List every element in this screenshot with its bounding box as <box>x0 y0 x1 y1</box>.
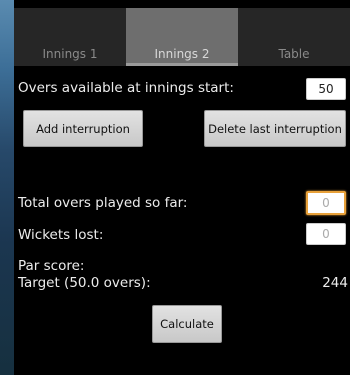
tab-innings-2[interactable]: Innings 2 <box>126 8 238 66</box>
background-app-edge <box>0 0 14 375</box>
overs-available-label: Overs available at innings start: <box>18 80 234 96</box>
add-interruption-button[interactable]: Add interruption <box>23 110 143 147</box>
tab-table[interactable]: Table <box>238 8 350 66</box>
calculate-button[interactable]: Calculate <box>152 305 222 343</box>
tab-bar: Innings 1 Innings 2 Table <box>14 8 350 66</box>
wickets-lost-label: Wickets lost: <box>18 227 104 243</box>
tab-table-label: Table <box>278 47 310 61</box>
tab-innings-1-label: Innings 1 <box>42 47 98 61</box>
wickets-lost-input[interactable]: 0 <box>306 223 346 245</box>
par-score-label: Par score: <box>18 258 85 274</box>
target-value: 244 <box>322 275 348 291</box>
tab-innings-1[interactable]: Innings 1 <box>14 8 126 66</box>
total-overs-label: Total overs played so far: <box>18 195 188 211</box>
delete-last-interruption-button[interactable]: Delete last interruption <box>204 110 346 147</box>
overs-available-input[interactable]: 50 <box>306 78 346 100</box>
total-overs-input[interactable]: 0 <box>306 191 346 215</box>
tab-innings-2-label: Innings 2 <box>154 47 210 61</box>
target-label: Target (50.0 overs): <box>18 275 151 291</box>
app-screen: Innings 1 Innings 2 Table Overs availabl… <box>14 0 350 375</box>
